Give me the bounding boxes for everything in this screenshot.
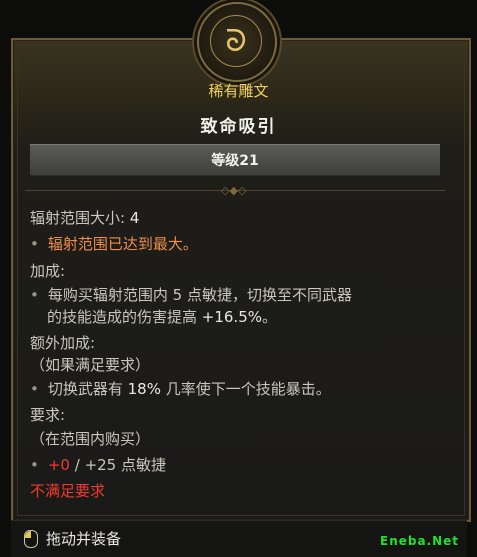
bonus-heading: 加成: bbox=[30, 262, 66, 280]
requirements-heading: 要求: bbox=[30, 406, 66, 424]
watermark: Eneba.Net bbox=[380, 534, 460, 548]
glyph-icon: ᘐ bbox=[210, 15, 262, 67]
additional-text-suffix: 几率使下一个技能暴击。 bbox=[160, 380, 331, 398]
radius-value: 4 bbox=[129, 209, 140, 227]
additional-line: • 切换武器有 18% 几率使下一个技能暴击。 bbox=[30, 378, 331, 399]
radius-row: 辐射范围大小: 4 bbox=[30, 207, 139, 228]
radius-note-row: • 辐射范围已达到最大。 bbox=[30, 233, 198, 254]
bonus-line-1: • 每购买辐射范围内 5 点敏捷，切换至不同武器 bbox=[30, 284, 352, 305]
bonus-text-2: 的技能造成的伤害提高 bbox=[47, 308, 202, 326]
requirement-current: +0 bbox=[47, 456, 70, 474]
radius-label: 辐射范围大小: bbox=[30, 209, 126, 227]
requirement-status: 不满足要求 bbox=[30, 482, 106, 500]
divider-ornament-icon: ◇◆◇ bbox=[221, 184, 247, 197]
bullet-icon: • bbox=[30, 286, 39, 304]
mouse-left-click-icon bbox=[24, 530, 38, 548]
item-name: 致命吸引 bbox=[200, 117, 277, 137]
bonus-suffix: 。 bbox=[262, 308, 278, 326]
bonus-value: +16.5% bbox=[201, 308, 263, 326]
bullet-icon: • bbox=[30, 456, 39, 474]
bullet-icon: • bbox=[30, 380, 39, 398]
bonus-text-1: 每购买辐射范围内 5 点敏捷，切换至不同武器 bbox=[47, 286, 352, 304]
requirements-line: • +0 / +25 点敏捷 bbox=[30, 454, 166, 475]
glyph-emblem: ᘐ bbox=[197, 2, 277, 82]
additional-value: 18% bbox=[127, 380, 161, 398]
drag-equip-action[interactable]: 拖动并装备 bbox=[46, 528, 121, 549]
bonus-line-2: 的技能造成的伤害提高 +16.5%。 bbox=[47, 306, 277, 327]
tooltip-frame bbox=[11, 38, 471, 522]
requirements-condition: （在范围内购买） bbox=[30, 430, 151, 448]
bullet-icon: • bbox=[30, 235, 39, 253]
radius-note: 辐射范围已达到最大。 bbox=[47, 235, 198, 253]
item-level: 等级21 bbox=[211, 153, 259, 169]
level-bar: 等级21 bbox=[30, 144, 440, 176]
additional-text-prefix: 切换武器有 bbox=[47, 380, 128, 398]
item-rarity: 稀有雕文 bbox=[208, 82, 269, 100]
additional-heading: 额外加成: bbox=[30, 334, 96, 352]
requirement-needed: / +25 点敏捷 bbox=[69, 456, 166, 474]
additional-condition: （如果满足要求） bbox=[30, 356, 151, 374]
